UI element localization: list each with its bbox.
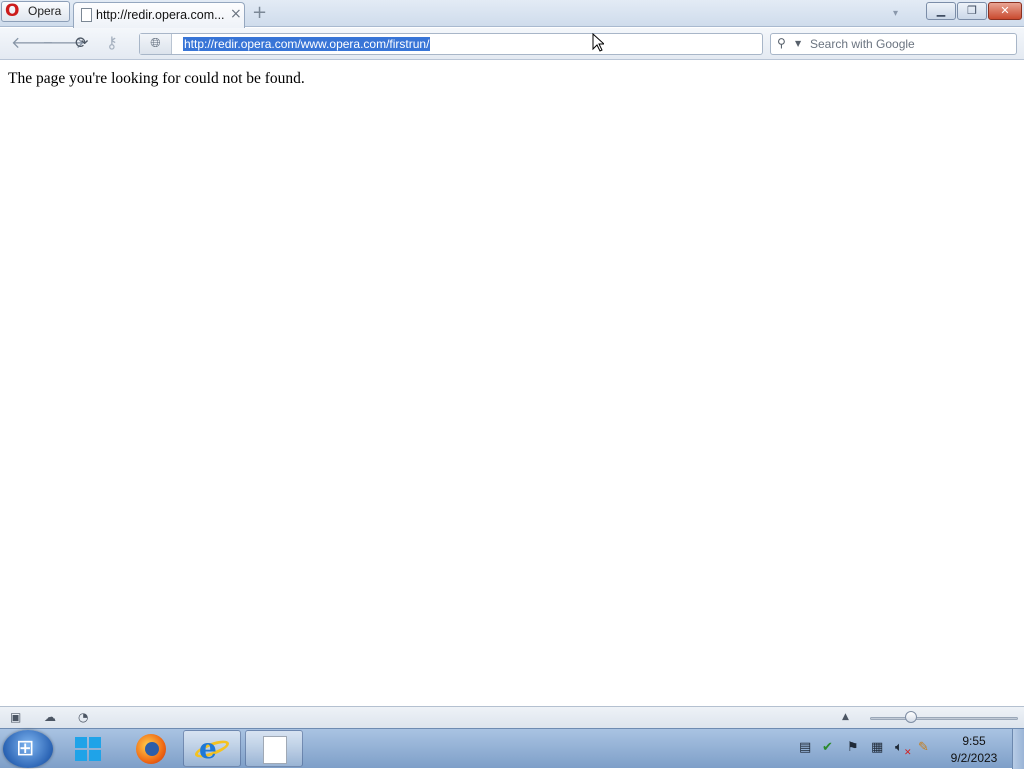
search-engine-dropdown-icon[interactable]: ▼ — [795, 39, 801, 48]
opera-logo-icon: O — [5, 1, 20, 21]
zoom-slider-thumb[interactable] — [905, 711, 917, 723]
panel-toggle-icon[interactable]: ▣ — [10, 710, 21, 724]
show-desktop-button[interactable] — [1012, 729, 1024, 769]
unite-cloud-icon[interactable]: ☁ — [44, 710, 56, 724]
new-tab-button[interactable]: + — [252, 3, 267, 23]
tab-list-chevron-icon[interactable]: ▾ — [893, 8, 898, 19]
taskbar: ⊞ e ▤ ✔ ⚑ ▦ 🔈︎ ✕ ✎ 9:55 9/2/2023 — [0, 728, 1024, 769]
tool-icon[interactable]: ✎ — [918, 741, 929, 755]
page-content: The page you're looking for could not be… — [0, 61, 1024, 706]
reload-icon[interactable]: ⟳ — [75, 34, 88, 52]
navigation-toolbar: 🡐 🡒 ⟳ ⚷ 🌐︎ http://redir.opera.com/www.op… — [0, 28, 1024, 60]
page-icon — [81, 8, 92, 22]
status-bar: ▣ ☁ ◔ ▲ — [0, 706, 1024, 728]
address-bar[interactable]: 🌐︎ http://redir.opera.com/www.opera.com/… — [139, 33, 763, 55]
clock-date[interactable]: 9/2/2023 — [944, 751, 1004, 765]
internet-explorer-icon: e — [199, 732, 217, 765]
internet-explorer-taskbar-button[interactable]: e — [183, 730, 241, 767]
firefox-icon — [136, 734, 166, 764]
firefox-taskbar-button[interactable] — [122, 730, 180, 767]
tab-title: http://redir.opera.com... — [96, 8, 225, 22]
tab-close-icon[interactable]: × — [230, 6, 242, 22]
address-text[interactable]: http://redir.opera.com/www.opera.com/fir… — [183, 37, 431, 51]
zoom-menu-arrow-icon[interactable]: ▲ — [842, 712, 849, 722]
zoom-slider[interactable] — [870, 717, 1018, 720]
minimize-button[interactable]: ▁ — [926, 2, 956, 20]
search-placeholder[interactable]: Search with Google — [810, 37, 915, 51]
file-taskbar-button[interactable] — [245, 730, 303, 767]
volume-muted-icon[interactable]: 🔈︎ — [895, 741, 903, 755]
windows-store-icon — [75, 737, 101, 761]
start-button[interactable]: ⊞ — [3, 730, 53, 768]
error-message: The page you're looking for could not be… — [8, 70, 305, 87]
blank-file-icon — [263, 736, 287, 764]
tab-bar: O Opera http://redir.opera.com... × + ▾ … — [0, 0, 1024, 28]
mouse-cursor-icon — [592, 33, 604, 52]
site-info-icon[interactable]: 🌐︎ — [140, 34, 172, 54]
turbo-icon[interactable]: ◔ — [78, 710, 88, 724]
store-taskbar-button[interactable] — [61, 730, 119, 767]
security-shield-icon[interactable]: ✔ — [822, 741, 833, 755]
restore-button[interactable]: ❐ — [957, 2, 987, 20]
network-icon[interactable]: ▦ — [871, 741, 883, 755]
tab-active[interactable]: http://redir.opera.com... × — [73, 2, 245, 28]
search-icon: ⚲ — [777, 36, 786, 50]
clock-time[interactable]: 9:55 — [944, 734, 1004, 748]
opera-menu-button[interactable]: O Opera — [1, 1, 70, 22]
windows-logo-icon: ⊞ — [16, 736, 35, 761]
mute-x-icon: ✕ — [904, 748, 912, 758]
flag-icon[interactable]: ⚑ — [847, 741, 859, 755]
close-window-button[interactable]: ✕ — [988, 2, 1022, 20]
opera-menu-label: Opera — [28, 4, 62, 18]
search-field[interactable]: ⚲ ▼ Search with Google — [770, 33, 1017, 55]
action-center-icon[interactable]: ▤ — [799, 741, 811, 755]
wand-key-icon[interactable]: ⚷ — [106, 34, 118, 52]
